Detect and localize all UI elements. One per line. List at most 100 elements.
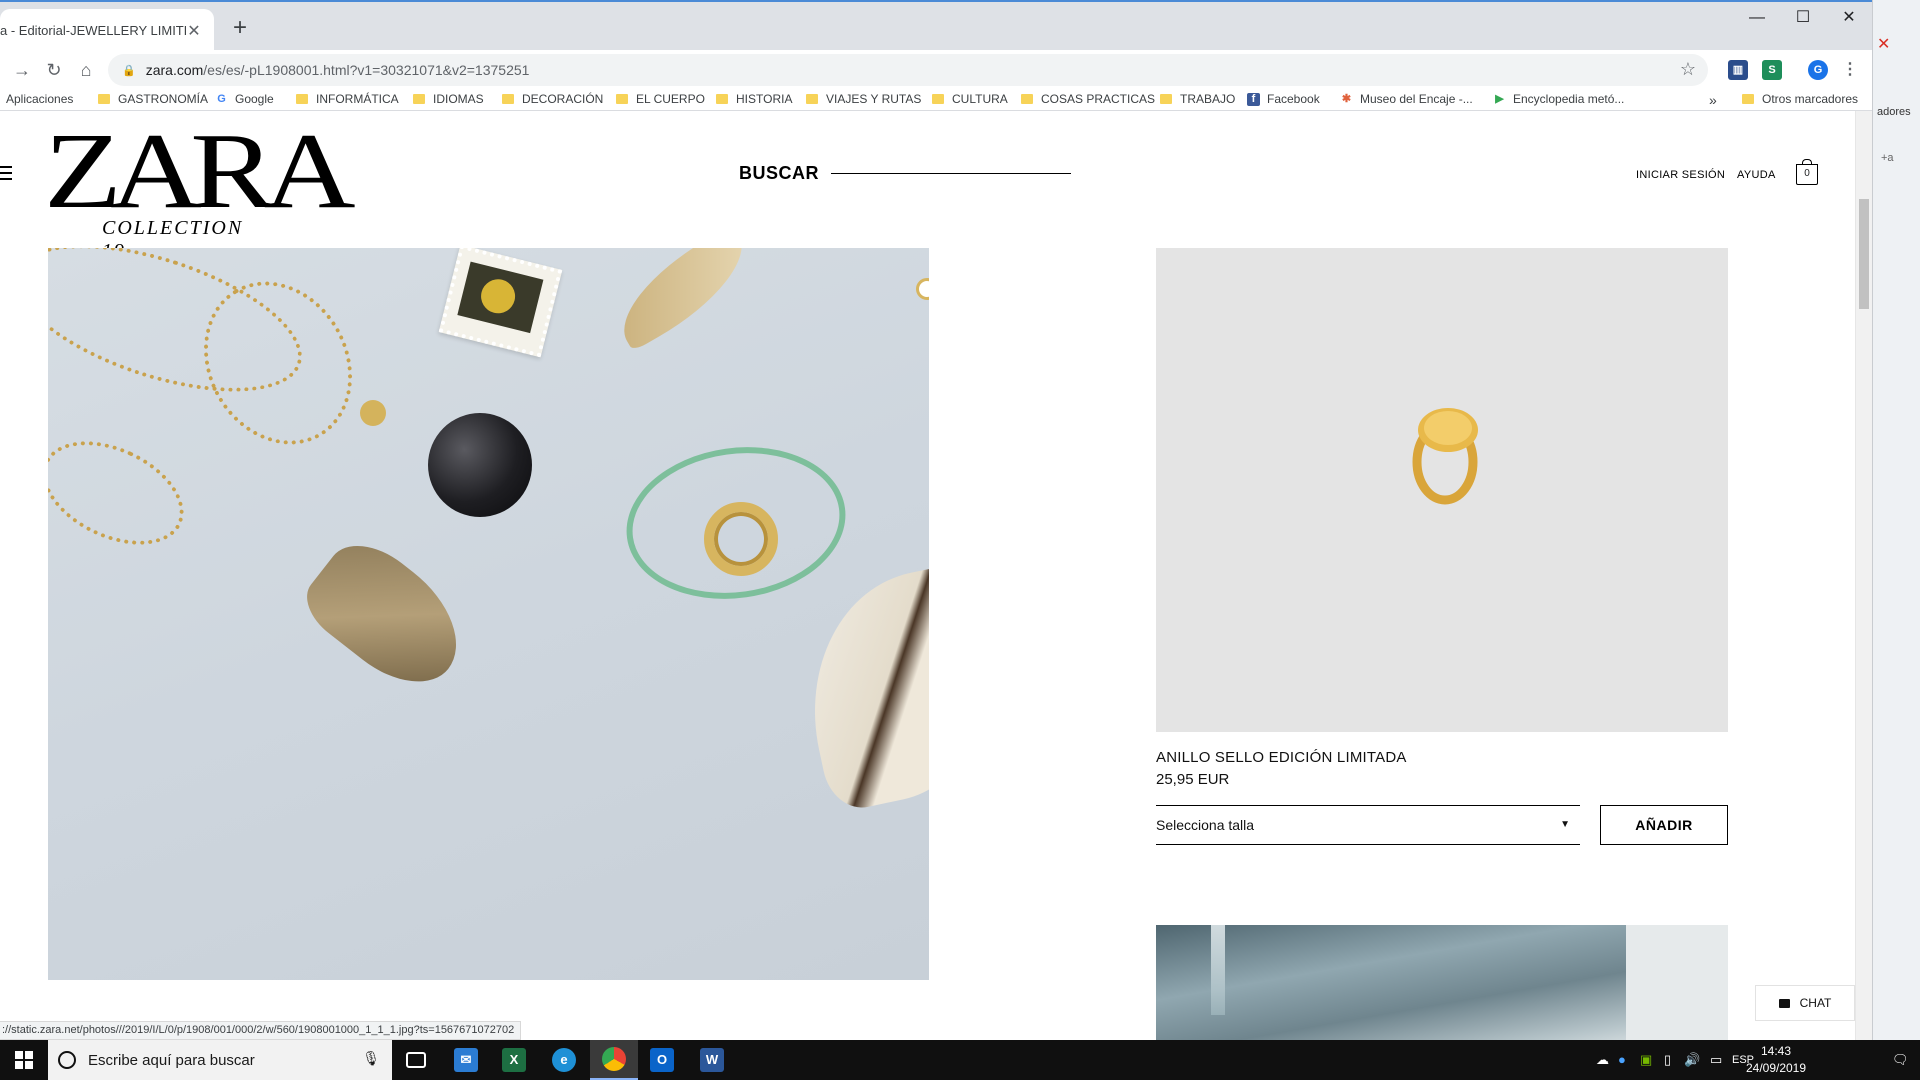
add-to-cart-button[interactable]: AÑADIR: [1600, 805, 1728, 845]
bookmark-label: CULTURA: [952, 92, 1008, 106]
bookmark-label: Google: [235, 92, 274, 106]
bookmark-label: INFORMÁTICA: [316, 92, 399, 106]
page-scrollbar[interactable]: [1855, 111, 1872, 1040]
taskbar-app-excel[interactable]: X: [490, 1040, 538, 1080]
clock-time: 14:43: [1760, 1044, 1792, 1058]
google-icon: G: [217, 92, 226, 105]
bookmark-google[interactable]: G Google: [215, 92, 274, 106]
zara-logo[interactable]: ZARA COLLECTION 19: [44, 118, 356, 263]
tab-close-icon[interactable]: ✕: [186, 21, 202, 41]
bookmarks-bar: Aplicaciones GASTRONOMÍA G Google INFORMÁ…: [0, 90, 1872, 111]
forward-icon[interactable]: →: [8, 56, 36, 84]
bookmark-label: TRABAJO: [1180, 92, 1236, 106]
product-name: ANILLO SELLO EDICIÓN LIMITADA: [1156, 749, 1407, 766]
bookmark-encyclopedia[interactable]: ▶ Encyclopedia metó...: [1493, 92, 1624, 106]
home-icon[interactable]: ⌂: [72, 56, 100, 84]
bookmark-folder[interactable]: VIAJES Y RUTAS: [806, 92, 921, 106]
bookmark-star-icon[interactable]: ☆: [1680, 59, 1696, 80]
folder-icon: [502, 94, 514, 104]
taskbar-clock[interactable]: 14:43 24/09/2019: [1741, 1043, 1811, 1077]
hamburger-menu-icon[interactable]: [0, 166, 12, 180]
maximize-button[interactable]: ☐: [1780, 4, 1826, 32]
taskbar-app-outlook[interactable]: O: [638, 1040, 686, 1080]
gold-tag: [360, 400, 386, 426]
other-bookmarks-label: Otros marcadores: [1762, 92, 1859, 106]
battery-icon[interactable]: ▯: [1664, 1052, 1671, 1068]
folder-icon: [1021, 94, 1033, 104]
login-link[interactable]: INICIAR SESIÓN: [1636, 169, 1725, 181]
network-icon[interactable]: ▭: [1710, 1052, 1722, 1068]
facebook-icon: f: [1247, 92, 1260, 106]
extension-icon[interactable]: S: [1762, 60, 1782, 80]
extension-icon[interactable]: ▥: [1728, 60, 1748, 80]
bookmark-label: EL CUERPO: [636, 92, 705, 106]
bookmark-folder[interactable]: COSAS PRACTICAS: [1021, 92, 1155, 106]
minimize-button[interactable]: —: [1734, 4, 1780, 32]
product-image[interactable]: [1156, 248, 1728, 732]
size-select[interactable]: Selecciona talla ▼: [1156, 805, 1580, 845]
bookmark-folder[interactable]: IDIOMAS: [413, 92, 484, 106]
bookmark-facebook[interactable]: f Facebook: [1247, 92, 1320, 106]
bookmark-folder[interactable]: INFORMÁTICA: [296, 92, 399, 106]
bookmark-folder[interactable]: GASTRONOMÍA: [98, 92, 208, 106]
notifications-icon[interactable]: 🗨: [1892, 1052, 1909, 1068]
microphone-icon[interactable]: 🎙: [362, 1050, 380, 1067]
browser-toolbar: → ↻ ⌂ 🔒 zara.com/es/es/-pL1908001.html?v…: [0, 50, 1872, 90]
taskbar-search-input[interactable]: Escribe aquí para buscar 🎙: [48, 1040, 392, 1080]
toy-dinosaur: [294, 527, 482, 705]
menu-kebab-icon[interactable]: ⋮: [1840, 60, 1860, 80]
bookmark-label: DECORACIÓN: [522, 92, 604, 106]
stamp: [438, 248, 563, 358]
editorial-image[interactable]: [48, 248, 929, 980]
folder-icon: [296, 94, 308, 104]
tab-strip: a - Editorial-JEWELLERY LIMITED E ✕ + — …: [0, 0, 1872, 52]
bookmark-folder[interactable]: EL CUERPO: [616, 92, 705, 106]
taskbar-app-word[interactable]: W: [688, 1040, 736, 1080]
profile-avatar-icon[interactable]: G: [1808, 60, 1828, 80]
taskbar-search-placeholder: Escribe aquí para buscar: [88, 1051, 255, 1069]
help-link[interactable]: AYUDA: [1737, 169, 1776, 181]
volume-icon[interactable]: 🔊: [1684, 1052, 1700, 1068]
side-window-text: adores: [1877, 106, 1911, 118]
bookmark-folder[interactable]: HISTORIA: [716, 92, 792, 106]
close-icon[interactable]: ✕: [1877, 34, 1890, 54]
other-bookmarks[interactable]: Otros marcadores: [1742, 92, 1858, 106]
scrollbar-thumb[interactable]: [1859, 199, 1869, 309]
blackberry: [428, 413, 532, 517]
browser-chrome: a - Editorial-JEWELLERY LIMITED E ✕ + — …: [0, 0, 1872, 111]
address-bar[interactable]: 🔒 zara.com/es/es/-pL1908001.html?v1=3032…: [108, 54, 1708, 86]
bookmark-folder[interactable]: TRABAJO: [1160, 92, 1235, 106]
url-path: /es/es/-pL1908001.html?v1=30321071&v2=13…: [203, 62, 530, 78]
new-tab-button[interactable]: +: [226, 14, 254, 42]
background-window[interactable]: ✕ adores +a: [1872, 0, 1920, 1040]
bookmarks-overflow-icon[interactable]: »: [1709, 92, 1717, 108]
water-product-image[interactable]: [1156, 925, 1728, 1040]
bookmark-museo[interactable]: ✱ Museo del Encaje -...: [1340, 92, 1473, 106]
internet-explorer-icon: e: [552, 1048, 576, 1072]
taskbar-app-ie[interactable]: e: [540, 1040, 588, 1080]
bookmark-apps[interactable]: Aplicaciones: [6, 92, 73, 106]
bookmark-folder[interactable]: DECORACIÓN: [502, 92, 603, 106]
cortana-icon: [58, 1051, 76, 1069]
chat-button[interactable]: CHAT: [1755, 985, 1855, 1021]
onedrive-icon[interactable]: ☁: [1596, 1052, 1609, 1068]
shopping-bag-icon[interactable]: 0: [1796, 159, 1818, 185]
folder-icon: [806, 94, 818, 104]
reload-icon[interactable]: ↻: [40, 56, 68, 84]
gold-ring: [704, 502, 778, 576]
lock-icon: 🔒: [122, 64, 136, 77]
search-field[interactable]: BUSCAR: [739, 163, 1072, 184]
size-select-placeholder: Selecciona talla: [1156, 817, 1255, 833]
bookmark-folder[interactable]: CULTURA: [932, 92, 1008, 106]
task-view-button[interactable]: [392, 1040, 440, 1080]
taskbar-app-chrome[interactable]: [590, 1040, 638, 1080]
bookmark-label: VIAJES Y RUTAS: [826, 92, 922, 106]
bookmark-label: GASTRONOMÍA: [118, 92, 209, 106]
taskbar-app-mail[interactable]: ✉: [442, 1040, 490, 1080]
start-button[interactable]: [0, 1040, 48, 1080]
close-window-button[interactable]: ✕: [1826, 4, 1872, 32]
nvidia-icon[interactable]: ▣: [1640, 1052, 1652, 1068]
security-icon[interactable]: ●: [1618, 1052, 1626, 1067]
bookmark-label: COSAS PRACTICAS: [1041, 92, 1156, 106]
tab-active[interactable]: a - Editorial-JEWELLERY LIMITED E ✕: [0, 9, 214, 52]
